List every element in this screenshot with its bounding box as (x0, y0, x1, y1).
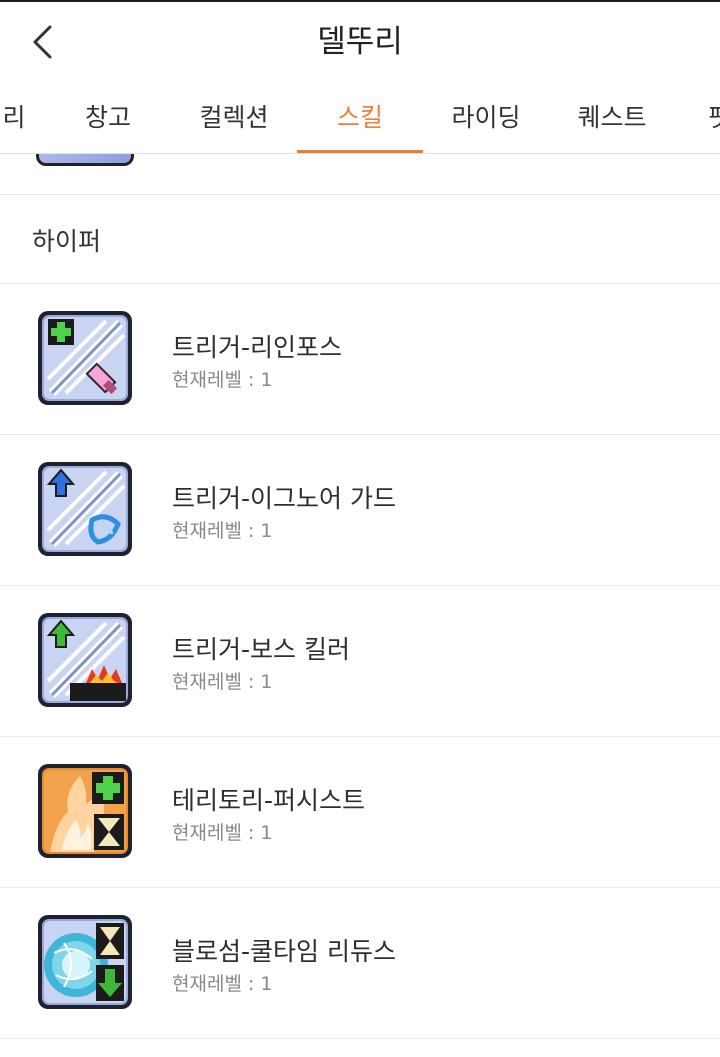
page-title: 델뚜리 (317, 24, 403, 60)
tab-pet[interactable]: 펫 (700, 86, 720, 153)
list-item[interactable]: 테리토리-퍼시스트 현재레벨 : 1 (0, 738, 720, 888)
tab-partial-left[interactable]: 리 (0, 86, 34, 153)
section-title: 하이퍼 (32, 227, 102, 256)
skill-name: 트리거-보스 킬러 (172, 635, 350, 664)
tab-skill-label: 스킬 (336, 103, 383, 132)
skill-level: 현재레벨 : 1 (172, 671, 273, 693)
tab-skill[interactable]: 스킬 (297, 86, 423, 153)
list-item[interactable]: 트리거-이그노어 가드 현재레벨 : 1 (0, 436, 720, 586)
top-edge (0, 0, 720, 2)
skill-level: 현재레벨 : 1 (172, 822, 273, 844)
tab-collection[interactable]: 컬렉션 (190, 86, 278, 153)
skill-list[interactable]: 하이퍼 트리거-리인포스 현재레벨 : 1 트리거-이그노어 가드 현재레벨:… (0, 154, 720, 1057)
skill-level: 현재레벨 : 1 (172, 973, 273, 995)
tab-bar: 리 창고 컬렉션 스킬 라이딩 퀘스트 펫 (0, 86, 720, 154)
skill-name: 블로섬-쿨타임 리듀스 (172, 937, 396, 966)
list-item[interactable]: 블로섬-쿨타임 리듀스 현재레벨 : 1 (0, 889, 720, 1039)
tab-quest[interactable]: 퀘스트 (566, 86, 658, 153)
skill-level: 현재레벨 : 1 (172, 520, 273, 542)
trigger-reinforce-icon (36, 309, 134, 407)
skill-icon (36, 154, 134, 166)
list-item-partial[interactable] (0, 154, 720, 195)
skill-name: 테리토리-퍼시스트 (172, 786, 366, 815)
skill-name: 트리거-리인포스 (172, 333, 343, 362)
skill-name: 트리거-이그노어 가드 (172, 484, 396, 513)
top-bar: 델뚜리 (0, 0, 720, 86)
list-item[interactable]: 트리거-리인포스 현재레벨 : 1 (0, 285, 720, 435)
tab-storage[interactable]: 창고 (70, 86, 146, 153)
skill-level: 현재레벨 : 1 (172, 369, 273, 391)
tab-riding[interactable]: 라이딩 (440, 86, 532, 153)
list-item[interactable]: 트리거-보스 킬러 현재레벨 : 1 (0, 587, 720, 737)
territory-persist-icon (36, 762, 134, 860)
section-header: 하이퍼 (0, 196, 720, 284)
blossom-cooltime-reduce-icon (36, 913, 134, 1011)
trigger-boss-killer-icon (36, 611, 134, 709)
trigger-ignore-guard-icon (36, 460, 134, 558)
